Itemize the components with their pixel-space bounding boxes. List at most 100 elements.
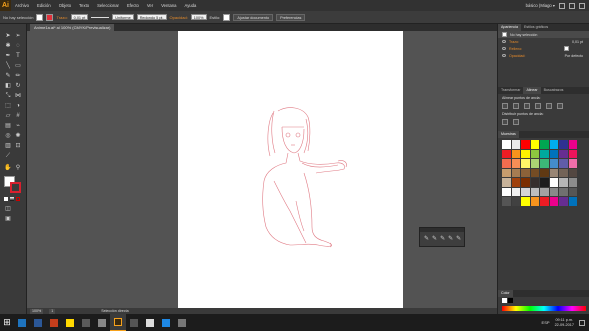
artboard-navigator[interactable]: 1 — [49, 308, 56, 314]
brush-icon[interactable]: ✎ — [424, 236, 429, 243]
color-swatch[interactable] — [568, 140, 577, 149]
color-swatch[interactable] — [511, 140, 520, 149]
color-swatch[interactable] — [568, 168, 577, 177]
artboard-tool-icon[interactable]: ⊡ — [14, 142, 22, 150]
document-tab[interactable]: Anime1a.ai* al 100% (CMYK/Previsualizar) — [30, 24, 115, 31]
color-swatch[interactable] — [521, 168, 530, 177]
color-swatch[interactable] — [521, 149, 530, 158]
appearance-opacity-row[interactable]: Opacidad: Por defecto — [498, 52, 589, 59]
color-swatch[interactable] — [502, 159, 511, 168]
color-swatch[interactable] — [559, 149, 568, 158]
color-swatch[interactable] — [530, 168, 539, 177]
line-tool-icon[interactable]: ╲ — [4, 62, 12, 70]
language-indicator[interactable]: ESP — [542, 320, 550, 325]
color-swatch[interactable] — [549, 168, 558, 177]
color-swatch[interactable] — [568, 149, 577, 158]
distribute-vertical-icon[interactable] — [513, 119, 519, 125]
menu-texto[interactable]: Texto — [75, 0, 93, 11]
pen-tool-icon[interactable]: ✒ — [4, 52, 12, 60]
color-swatch[interactable] — [540, 149, 549, 158]
color-swatch[interactable] — [549, 149, 558, 158]
eye-icon[interactable] — [502, 40, 506, 43]
appearance-opacity-label[interactable]: Opacidad: — [509, 54, 525, 58]
color-swatch[interactable] — [559, 140, 568, 149]
color-swatch[interactable] — [568, 159, 577, 168]
notification-icon[interactable] — [579, 319, 585, 326]
color-swatch[interactable] — [530, 197, 539, 206]
maximize-button[interactable] — [569, 2, 575, 9]
color-swatch[interactable] — [502, 168, 511, 177]
tab-estilos-graficos[interactable]: Estilos gráficos — [521, 24, 551, 31]
preferences-button[interactable]: Preferencias — [276, 13, 306, 21]
color-swatch[interactable] — [511, 159, 520, 168]
color-swatch[interactable] — [521, 178, 530, 187]
mesh-icon[interactable]: # — [14, 112, 22, 120]
workspace-switcher[interactable]: básico (Miago ▾ — [526, 3, 555, 8]
color-swatch[interactable] — [530, 149, 539, 158]
color-swatch[interactable] — [559, 178, 568, 187]
free-transform-icon[interactable]: ⬚ — [4, 102, 12, 110]
align-right-icon[interactable] — [524, 103, 530, 109]
opacity-label[interactable]: Opacidad: — [170, 15, 188, 20]
screen-mode-icon[interactable]: ▣ — [4, 215, 12, 223]
eye-icon[interactable] — [502, 54, 506, 57]
eye-icon[interactable] — [502, 47, 506, 50]
stroke-color-box[interactable] — [10, 182, 21, 193]
lasso-icon[interactable]: ◌ — [14, 42, 22, 50]
color-swatch[interactable] — [521, 140, 530, 149]
color-swatch[interactable] — [502, 140, 511, 149]
brush-icon[interactable]: ✎ — [432, 236, 437, 243]
taskbar-app-icon[interactable] — [158, 314, 174, 331]
zoom-select[interactable]: 100% — [30, 308, 44, 314]
color-swatch[interactable] — [511, 168, 520, 177]
stroke-weight-field[interactable]: 0,01 pt — [70, 14, 89, 20]
appearance-fill-label[interactable]: Relleno: — [509, 47, 522, 51]
color-swatch[interactable] — [568, 187, 577, 196]
tab-alinear[interactable]: Alinear — [523, 87, 541, 94]
taskbar-app-icon[interactable] — [14, 314, 30, 331]
color-swatch[interactable] — [502, 187, 511, 196]
eraser-icon[interactable]: ◧ — [4, 82, 12, 90]
style-swatch[interactable] — [223, 13, 231, 21]
color-spectrum-bar[interactable] — [502, 306, 586, 311]
zoom-tool-icon[interactable]: ⚲ — [14, 164, 22, 172]
clock[interactable]: 09:11 p.m. 22-09-2017 — [555, 318, 574, 327]
align-middle-icon[interactable] — [546, 103, 552, 109]
close-button[interactable] — [579, 2, 585, 9]
color-swatch[interactable] — [540, 140, 549, 149]
brush-icon[interactable]: ✎ — [448, 236, 453, 243]
color-swatch[interactable] — [502, 149, 511, 158]
taskbar-app-icon[interactable] — [126, 314, 142, 331]
taskbar-app-icon[interactable] — [94, 314, 110, 331]
taskbar-illustrator-icon[interactable] — [110, 314, 126, 331]
color-swatch[interactable] — [549, 140, 558, 149]
graph-tool-icon[interactable]: ▥ — [4, 142, 12, 150]
rectangle-tool-icon[interactable]: ▭ — [14, 62, 22, 70]
menu-ventana[interactable]: Ventana — [157, 0, 180, 11]
color-swatch[interactable] — [530, 178, 539, 187]
opacity-field[interactable]: 100% — [190, 14, 207, 20]
type-tool-icon[interactable]: T — [14, 52, 22, 60]
appearance-fill-row[interactable]: Relleno: — [498, 45, 589, 52]
taskbar-app-icon[interactable] — [174, 314, 190, 331]
align-center-icon[interactable] — [513, 103, 519, 109]
color-swatch-pair[interactable] — [502, 298, 514, 304]
hand-tool-icon[interactable]: ✋ — [4, 164, 12, 172]
color-swatch[interactable] — [568, 197, 577, 206]
color-swatch[interactable] — [530, 140, 539, 149]
stroke-label[interactable]: Trazo: — [56, 15, 67, 20]
color-swatch[interactable] — [521, 187, 530, 196]
rotate-icon[interactable]: ↻ — [14, 82, 22, 90]
perspective-icon[interactable]: ▱ — [4, 112, 12, 120]
minimize-button[interactable] — [559, 2, 565, 9]
color-swatch[interactable] — [540, 159, 549, 168]
color-swatch[interactable] — [559, 187, 568, 196]
draw-mode-icon[interactable]: ◫ — [4, 205, 12, 213]
menu-ver[interactable]: Ver — [143, 0, 157, 11]
tab-buscatrazos[interactable]: Buscatrazos — [541, 87, 567, 94]
paintbrush-icon[interactable]: ✎ — [4, 72, 12, 80]
tab-color[interactable]: Color — [498, 290, 513, 297]
shape-builder-icon[interactable]: ◑ — [14, 102, 22, 110]
menu-efecto[interactable]: Efecto — [123, 0, 143, 11]
color-swatch[interactable] — [540, 187, 549, 196]
